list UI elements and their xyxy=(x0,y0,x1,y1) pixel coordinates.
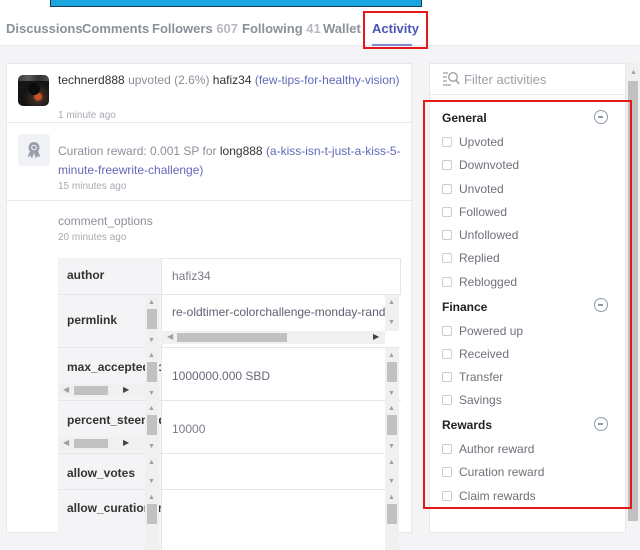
table-row: allow_votes ▲ ▼ ▲ ▼ xyxy=(58,454,401,490)
tab-comments[interactable]: Comments xyxy=(82,21,149,36)
following-count: 41 xyxy=(306,21,321,36)
key-scrollbar[interactable]: ▲ ▼ xyxy=(145,348,159,401)
tab-label: Comments xyxy=(82,21,150,36)
table-row: max_accepted_payout ◀▶ ▲▼ 1000000.000 SB… xyxy=(58,348,401,401)
award-icon xyxy=(18,134,50,166)
key-scrollbar[interactable]: ▲ ▼ xyxy=(145,454,159,490)
activity-item: technerd888 upvoted (2.6%) hafiz34 (few-… xyxy=(7,64,411,123)
value-scrollbar[interactable]: ▲ ▼ xyxy=(385,295,399,331)
tab-label: Wallet xyxy=(323,21,361,36)
field-value: hafiz34 xyxy=(172,269,211,283)
key-hscrollbar[interactable]: ◀ ▶ xyxy=(58,384,145,397)
target-user-link[interactable]: long888 xyxy=(220,144,263,158)
operation-name: comment_options xyxy=(58,214,153,228)
tab-label: Following xyxy=(242,21,303,36)
activity-feed: technerd888 upvoted (2.6%) hafiz34 (few-… xyxy=(6,63,412,550)
actor-link[interactable]: technerd888 xyxy=(58,73,125,87)
value-scrollbar[interactable]: ▲ ▼ xyxy=(385,401,399,454)
tab-followers[interactable]: Followers 607 xyxy=(152,21,238,36)
followers-count: 607 xyxy=(216,21,239,36)
key-hscrollbar[interactable]: ◀ ▶ xyxy=(58,437,145,450)
avatar[interactable] xyxy=(18,75,49,106)
value-scrollbar[interactable]: ▲ ▼ xyxy=(385,348,399,401)
table-row: allow_curation_rewards ▲ ▲ xyxy=(58,490,401,550)
field-key: author xyxy=(67,268,105,282)
ribbon-icon xyxy=(27,142,41,159)
timestamp: 20 minutes ago xyxy=(58,232,127,243)
timestamp: 1 minute ago xyxy=(58,110,116,121)
field-value: 1000000.000 SBD xyxy=(172,369,271,383)
activity-text: technerd888 upvoted (2.6%) hafiz34 (few-… xyxy=(58,71,403,90)
field-value: re-oldtimer-colorchallenge-monday-rand xyxy=(172,305,386,319)
action-text: upvoted (2.6%) xyxy=(124,73,213,87)
filter-search-icon xyxy=(443,71,460,86)
activity-tab-highlight xyxy=(363,11,428,49)
activity-text: Curation reward: 0.001 SP for long888 (a… xyxy=(58,142,403,180)
key-scrollbar[interactable]: ▲ ▼ xyxy=(145,401,159,454)
key-scrollbar[interactable]: ▲ ▼ xyxy=(145,295,159,348)
value-scrollbar[interactable]: ▲ ▼ xyxy=(385,454,399,490)
table-row: percent_steem_dollars ◀▶ ▲▼ 10000 ▲▼ xyxy=(58,401,401,454)
post-link[interactable]: (few-tips-for-healthy-vision) xyxy=(255,73,400,87)
tab-label: Discussions xyxy=(6,21,83,36)
timestamp: 15 minutes ago xyxy=(58,181,127,192)
field-value: 10000 xyxy=(172,422,206,436)
tab-following[interactable]: Following 41 xyxy=(242,21,321,36)
filter-search-input[interactable]: Filter activities xyxy=(430,64,625,95)
table-row: author hafiz34 xyxy=(58,258,401,295)
filter-placeholder: Filter activities xyxy=(464,72,547,87)
table-row: permlink ▲ ▼ re-oldtimer-colorchallenge-m… xyxy=(58,295,401,348)
activity-item: Curation reward: 0.001 SP for long888 (a… xyxy=(7,123,411,201)
header-strip xyxy=(0,0,640,11)
value-scrollbar[interactable]: ▲ xyxy=(385,490,399,550)
tab-wallet[interactable]: Wallet xyxy=(323,21,361,36)
profile-tabs: Discussions Comments Followers 607 Follo… xyxy=(0,11,640,46)
key-scrollbar[interactable]: ▲ xyxy=(145,490,159,550)
tab-label: Followers xyxy=(152,21,213,36)
target-user-link[interactable]: hafiz34 xyxy=(213,73,252,87)
value-hscrollbar[interactable]: ◀ ▶ xyxy=(161,331,385,344)
reward-text: Curation reward: 0.001 SP for xyxy=(58,144,220,158)
header-banner xyxy=(50,0,422,7)
tab-discussions[interactable]: Discussions xyxy=(6,21,83,36)
filters-highlight xyxy=(423,100,632,509)
